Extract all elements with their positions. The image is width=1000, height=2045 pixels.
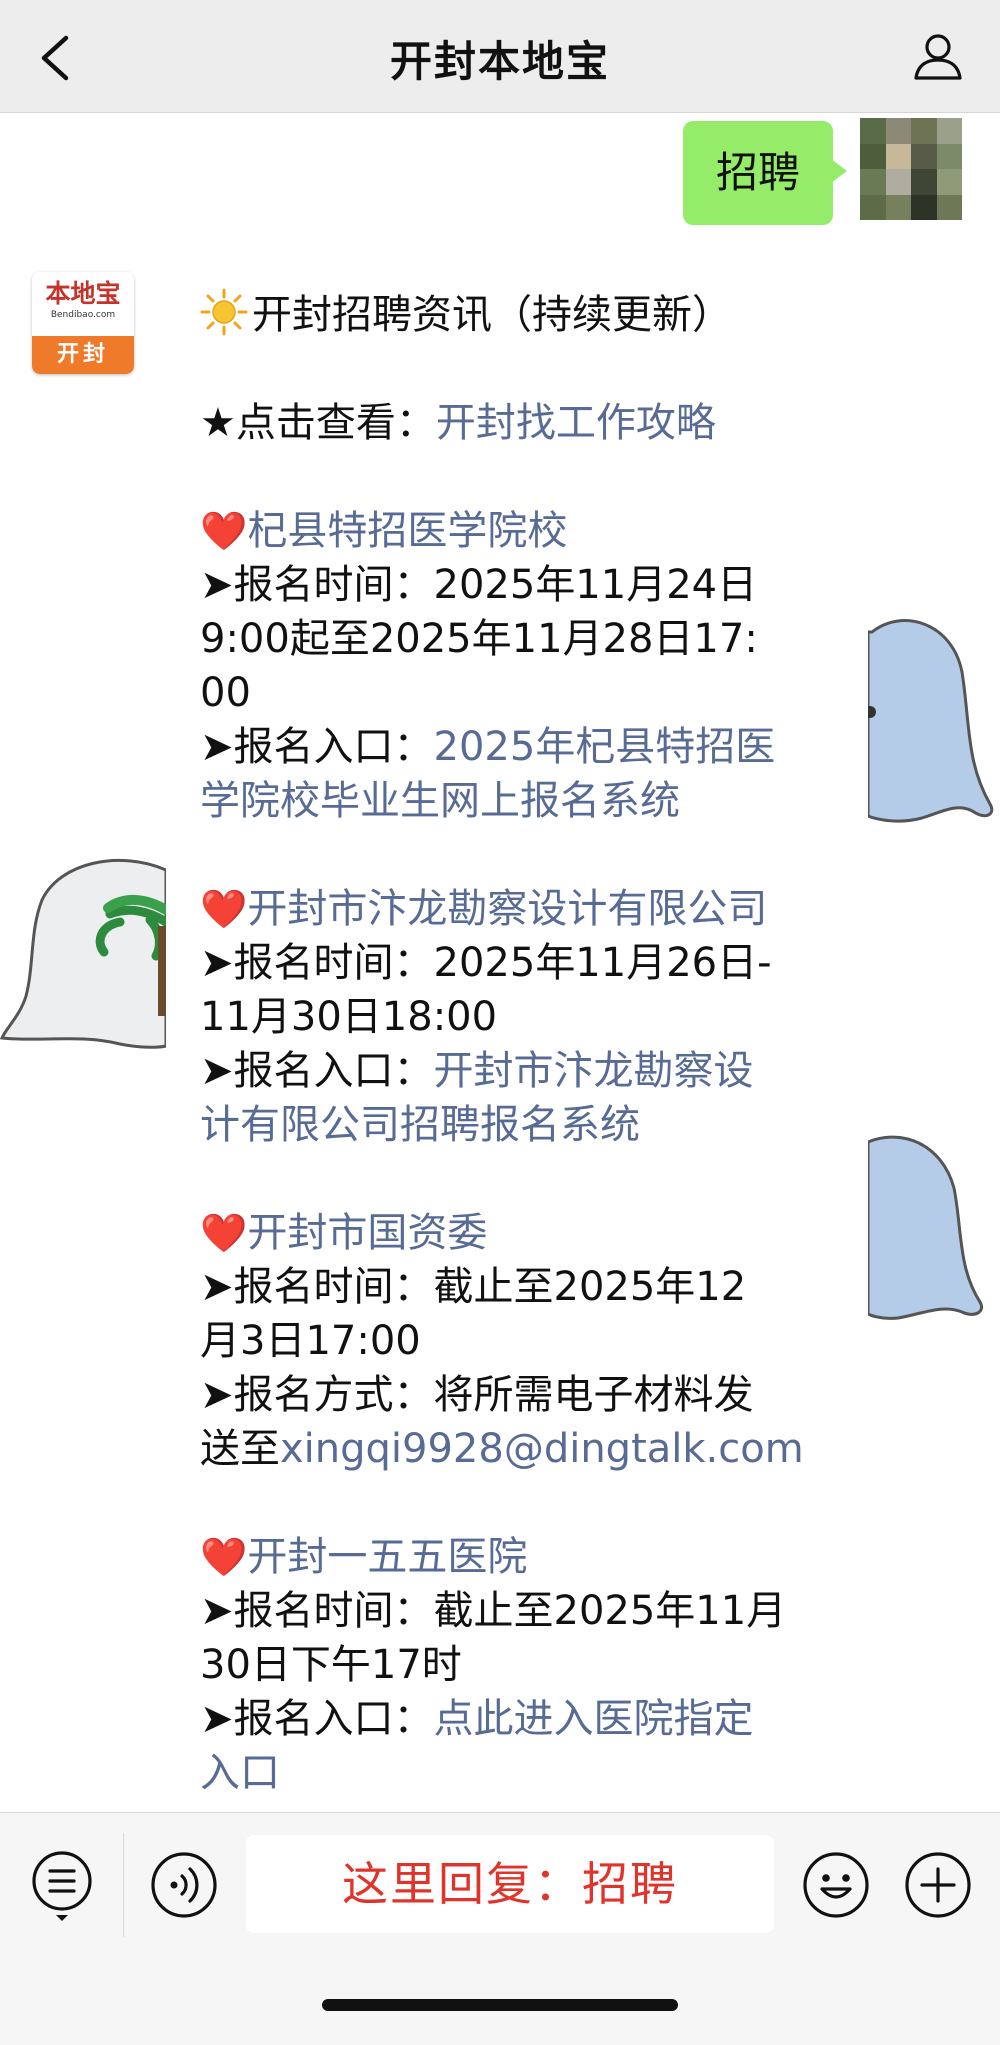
- voice-icon[interactable]: [150, 1851, 218, 1919]
- whale-left-decoration: [0, 858, 170, 1049]
- message-body: 开封招聘资讯（持续更新） ★点击查看：开封找工作攻略 ❤️杞县特招医学院校 ➤报…: [200, 288, 840, 1810]
- job-entry-link[interactable]: 点此进入医院指定: [434, 1696, 754, 1742]
- whale-right-bottom-decoration: [866, 1135, 983, 1320]
- reply-prompt-input[interactable]: 这里回复：招聘: [246, 1835, 774, 1933]
- account-logo-sub: Bendibao.com: [50, 310, 116, 320]
- received-message-card: 开封招聘资讯（持续更新） ★点击查看：开封找工作攻略 ❤️杞县特招医学院校 ➤报…: [166, 258, 868, 1810]
- job-line-text: 月3日17:00: [200, 1318, 421, 1364]
- job-line-prefix: ➤报名时间：: [200, 1588, 434, 1634]
- job-entry-link[interactable]: 学院校毕业生网上报名系统: [200, 778, 680, 824]
- sun-icon: [200, 288, 248, 336]
- heart-icon: ❤️: [200, 1535, 248, 1579]
- job-title-link[interactable]: 杞县特招医学院校: [247, 508, 567, 554]
- job-line-text: 将所需电子材料发: [433, 1372, 754, 1418]
- job-line-prefix: ➤报名时间：: [200, 940, 434, 986]
- user-profile-icon[interactable]: [910, 28, 966, 84]
- home-indicator[interactable]: [322, 1999, 678, 2011]
- bottom-divider: [123, 1833, 124, 1937]
- sent-message-bubble[interactable]: 招聘: [683, 121, 847, 225]
- job-line-text: 2025年11月26日-: [433, 940, 772, 986]
- job-title-link[interactable]: 开封一五五医院: [247, 1534, 527, 1580]
- guide-line: ★点击查看：开封找工作攻略: [200, 396, 840, 450]
- job-line-prefix: ➤报名方式：: [200, 1372, 434, 1418]
- emoji-icon[interactable]: [802, 1851, 870, 1919]
- job-entry-link[interactable]: 开封市汴龙勘察设: [434, 1048, 754, 1094]
- account-avatar[interactable]: 本地宝 Bendibao.com 开封: [32, 272, 134, 374]
- job-line-prefix: ➤报名入口：: [200, 724, 434, 770]
- job-title-link[interactable]: 开封市国资委: [247, 1210, 487, 1256]
- job-line-text: 截止至2025年12: [433, 1264, 747, 1310]
- job-entry: ❤️开封市汴龙勘察设计有限公司 ➤报名时间：2025年11月26日- 11月30…: [200, 882, 840, 1152]
- account-logo-text: 本地宝: [45, 279, 121, 308]
- job-entry: ❤️开封市国资委 ➤报名时间：截止至2025年12 月3日17:00 ➤报名方式…: [200, 1206, 840, 1476]
- account-city-label: 开封: [32, 336, 134, 374]
- job-entry: ❤️开封一五五医院 ➤报名时间：截止至2025年11月 30日下午17时 ➤报名…: [200, 1530, 840, 1800]
- job-title-link[interactable]: 开封市汴龙勘察设计有限公司: [247, 886, 767, 932]
- message-header-text: 开封招聘资讯（持续更新）: [252, 292, 732, 338]
- job-line-prefix: ➤报名入口：: [200, 1696, 434, 1742]
- job-line-text: 截止至2025年11月: [433, 1588, 787, 1634]
- job-entry: ❤️杞县特招医学院校 ➤报名时间：2025年11月24日 9:00起至2025年…: [200, 504, 840, 828]
- job-line-prefix: ➤报名时间：: [200, 562, 434, 608]
- job-line-text: 30日下午17时: [200, 1642, 462, 1688]
- nav-bar: 开封本地宝: [0, 0, 1000, 113]
- avatar[interactable]: [860, 118, 962, 220]
- job-entry-link[interactable]: 计有限公司招聘报名系统: [200, 1102, 640, 1148]
- email-link[interactable]: xingqi9928@dingtalk.com: [280, 1426, 804, 1472]
- heart-icon: ❤️: [200, 1211, 248, 1255]
- job-line-text: 2025年11月24日: [433, 562, 758, 608]
- job-line-prefix: 送至: [200, 1426, 280, 1472]
- guide-prefix: ★点击查看：: [200, 400, 436, 446]
- guide-link[interactable]: 开封找工作攻略: [436, 400, 716, 446]
- job-line-prefix: ➤报名时间：: [200, 1264, 434, 1310]
- heart-icon: ❤️: [200, 509, 248, 553]
- job-entry-link[interactable]: 入口: [200, 1750, 280, 1796]
- whale-right-top-decoration: [864, 619, 994, 823]
- account-logo: 本地宝 Bendibao.com: [32, 272, 134, 336]
- job-entry-link[interactable]: 2025年杞县特招医: [434, 724, 776, 770]
- job-line-text: 11月30日18:00: [200, 994, 498, 1040]
- menu-list-icon[interactable]: [30, 1849, 94, 1925]
- heart-icon: ❤️: [200, 887, 248, 931]
- job-line-text: 00: [200, 670, 251, 716]
- job-line-prefix: ➤报名入口：: [200, 1048, 434, 1094]
- message-header: 开封招聘资讯（持续更新）: [200, 288, 840, 342]
- job-line-text: 9:00起至2025年11月28日17:: [200, 616, 758, 662]
- page-title: 开封本地宝: [389, 37, 610, 86]
- plus-icon[interactable]: [904, 1851, 972, 1919]
